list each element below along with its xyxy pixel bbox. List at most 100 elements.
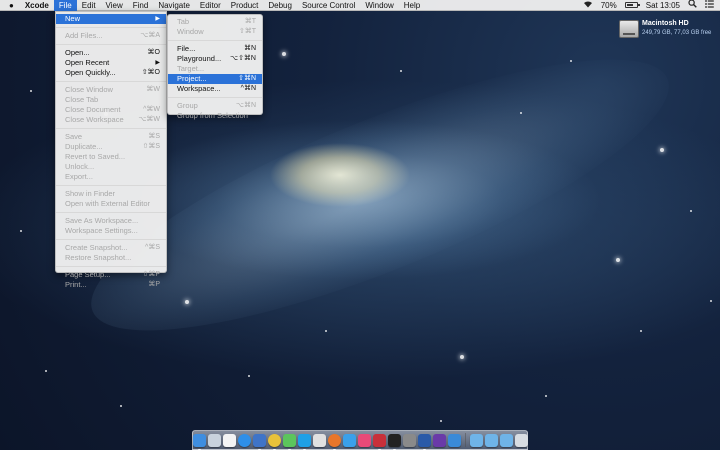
menu-window[interactable]: Window xyxy=(360,0,398,11)
menu-separator xyxy=(56,239,166,240)
menu-debug[interactable]: Debug xyxy=(263,0,297,11)
disk-name: Macintosh HD xyxy=(642,20,689,27)
menu-item-new-window[interactable]: Window ⇧⌘T xyxy=(168,27,262,37)
star xyxy=(282,52,286,56)
star xyxy=(710,300,712,302)
system-preferences-icon[interactable] xyxy=(402,433,416,447)
menu-product[interactable]: Product xyxy=(226,0,264,11)
trash-icon[interactable] xyxy=(514,433,528,447)
xcode-icon[interactable] xyxy=(252,433,266,450)
menu-item-close-workspace[interactable]: Close Workspace ⌥⌘W xyxy=(56,115,166,125)
word-icon[interactable] xyxy=(417,433,431,450)
itunes-icon[interactable] xyxy=(357,433,371,447)
app-store-icon[interactable] xyxy=(342,433,356,447)
star xyxy=(660,148,664,152)
menu-item-duplicate[interactable]: Duplicate... ⇧⌘S xyxy=(56,142,166,152)
menu-editor[interactable]: Editor xyxy=(195,0,226,11)
xcode-tools-icon[interactable] xyxy=(447,433,461,447)
app-icon[interactable] xyxy=(312,433,326,447)
star xyxy=(616,258,620,262)
downloads-folder-icon[interactable] xyxy=(469,433,483,447)
menu-view[interactable]: View xyxy=(101,0,128,11)
menu-app-name[interactable]: Xcode xyxy=(20,0,54,11)
documents-folder-icon[interactable] xyxy=(499,433,513,447)
menu-item-open-external-editor[interactable]: Open with External Editor xyxy=(56,199,166,209)
menu-separator xyxy=(56,185,166,186)
menu-item-open-recent[interactable]: Open Recent ▶ xyxy=(56,58,166,68)
menu-item-new-file[interactable]: File... ⌘N xyxy=(168,44,262,54)
wifi-icon[interactable] xyxy=(579,0,597,11)
terminal-icon[interactable] xyxy=(387,433,401,450)
menu-item-show-in-finder[interactable]: Show in Finder xyxy=(56,189,166,199)
star xyxy=(400,70,402,72)
menu-separator xyxy=(56,128,166,129)
spotlight-icon[interactable] xyxy=(684,0,701,11)
notification-center-icon[interactable] xyxy=(701,0,720,11)
photo-booth-icon[interactable] xyxy=(372,433,386,450)
menu-item-new-group-from-selection[interactable]: Group from Selection xyxy=(168,111,262,121)
menu-item-new-playground[interactable]: Playground... ⌥⇧⌘N xyxy=(168,54,262,64)
menu-item-workspace-settings[interactable]: Workspace Settings... xyxy=(56,226,166,236)
menu-item-new-project[interactable]: Project... ⇧⌘N xyxy=(168,74,262,84)
menu-item-close-window[interactable]: Close Window ⌘W xyxy=(56,85,166,95)
star xyxy=(545,395,547,397)
star xyxy=(440,420,442,422)
apple-icon[interactable]: ● xyxy=(0,0,20,11)
menu-item-new[interactable]: New ▶ xyxy=(56,14,166,24)
file-menu: New ▶ Add Files... ⌥⌘A Open... ⌘O Open Rece… xyxy=(55,11,167,289)
launchpad-icon[interactable] xyxy=(207,433,221,447)
star xyxy=(570,60,572,62)
menu-source-control[interactable]: Source Control xyxy=(297,0,360,11)
menu-navigate[interactable]: Navigate xyxy=(153,0,195,11)
disk-info: 249,79 GB, 77,03 GB free xyxy=(642,30,712,36)
menu-item-close-document[interactable]: Close Document ^⌘W xyxy=(56,105,166,115)
menu-item-add-files[interactable]: Add Files... ⌥⌘A xyxy=(56,31,166,41)
finder-icon[interactable] xyxy=(192,433,206,450)
calendar-icon[interactable] xyxy=(222,433,236,447)
menu-item-export[interactable]: Export... xyxy=(56,172,166,182)
hard-drive-icon[interactable] xyxy=(619,20,639,38)
menu-find[interactable]: Find xyxy=(128,0,154,11)
menu-item-open-quickly[interactable]: Open Quickly... ⇧⌘O xyxy=(56,68,166,78)
menu-separator xyxy=(168,40,262,41)
clock[interactable]: Sat 13:05 xyxy=(642,0,684,11)
dock xyxy=(192,430,528,450)
menu-separator xyxy=(56,212,166,213)
menu-item-save[interactable]: Save ⌘S xyxy=(56,132,166,142)
applications-folder-icon[interactable] xyxy=(484,433,498,447)
firefox-icon[interactable] xyxy=(327,433,341,450)
star xyxy=(248,375,250,377)
star xyxy=(20,230,22,232)
menu-item-new-target[interactable]: Target... xyxy=(168,64,262,74)
menu-item-print[interactable]: Print... ⌘P xyxy=(56,280,166,290)
menu-item-create-snapshot[interactable]: Create Snapshot... ^⌘S xyxy=(56,243,166,253)
menu-item-open[interactable]: Open... ⌘O xyxy=(56,48,166,58)
menu-separator xyxy=(56,81,166,82)
battery-icon[interactable] xyxy=(621,0,642,11)
messages-icon[interactable] xyxy=(282,433,296,450)
menu-item-new-workspace[interactable]: Workspace... ^⌘N xyxy=(168,84,262,94)
menu-file[interactable]: File xyxy=(53,0,77,11)
battery-percent[interactable]: 70% xyxy=(597,0,621,11)
menu-item-page-setup[interactable]: Page Setup... ⇧⌘P xyxy=(56,270,166,280)
menu-item-close-tab[interactable]: Close Tab xyxy=(56,95,166,105)
menu-separator xyxy=(56,27,166,28)
new-submenu: Tab ⌘T Window ⇧⌘T File... ⌘N Playground... ⌥… xyxy=(167,14,263,120)
star xyxy=(120,405,122,407)
star xyxy=(185,300,189,304)
status-area: 70% Sat 13:05 xyxy=(579,0,720,11)
safari-icon[interactable] xyxy=(237,433,251,447)
menu-item-new-tab[interactable]: Tab ⌘T xyxy=(168,17,262,27)
menu-item-revert[interactable]: Revert to Saved... xyxy=(56,152,166,162)
chrome-icon[interactable] xyxy=(267,433,281,450)
menu-item-unlock[interactable]: Unlock... xyxy=(56,162,166,172)
star xyxy=(690,210,692,212)
menu-help[interactable]: Help xyxy=(399,0,425,11)
menu-item-save-as-workspace[interactable]: Save As Workspace... xyxy=(56,216,166,226)
menu-bar: ● Xcode File Edit View Find Navigate Edi… xyxy=(0,0,720,11)
menu-item-restore-snapshot[interactable]: Restore Snapshot... xyxy=(56,253,166,263)
menu-item-new-group[interactable]: Group ⌥⌘N xyxy=(168,101,262,111)
skype-icon[interactable] xyxy=(297,433,311,450)
vs-icon[interactable] xyxy=(432,433,446,447)
menu-edit[interactable]: Edit xyxy=(77,0,101,11)
